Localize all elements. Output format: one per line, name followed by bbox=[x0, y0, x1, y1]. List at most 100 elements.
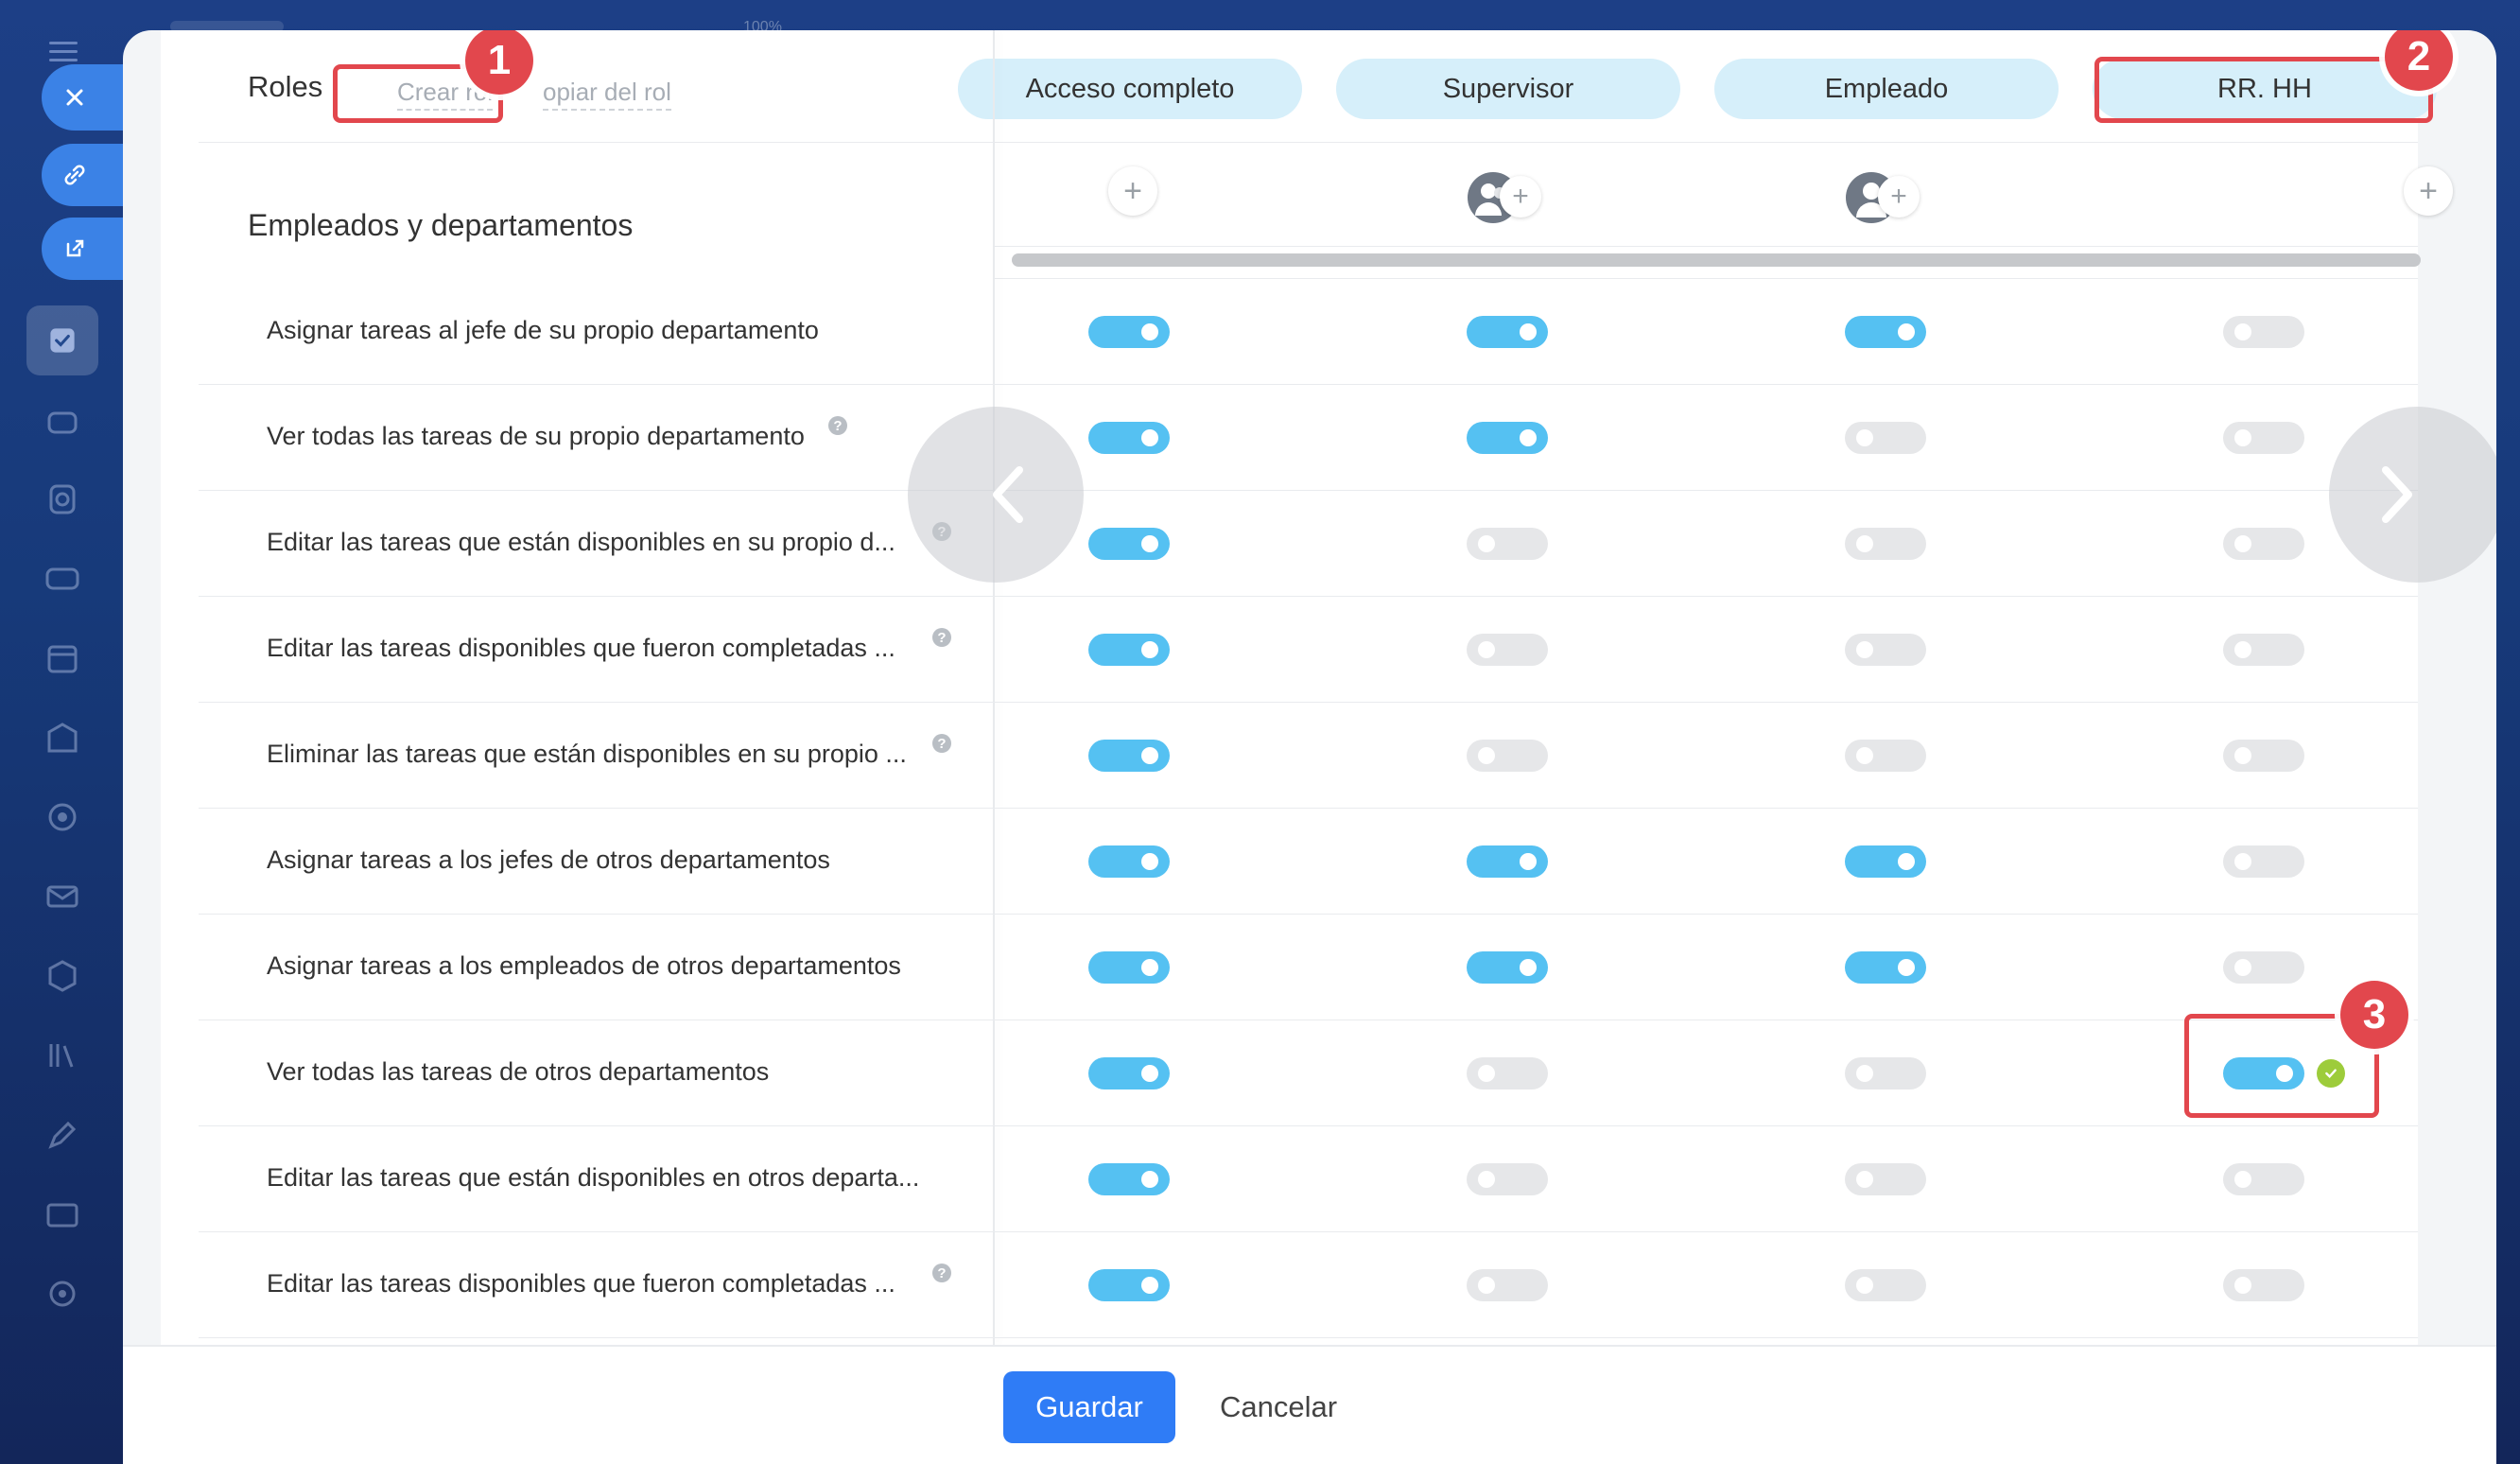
toggle-knob bbox=[1478, 535, 1495, 552]
row-divider bbox=[199, 914, 2418, 915]
permission-toggle[interactable] bbox=[1088, 951, 1170, 984]
toggle-knob bbox=[1141, 641, 1158, 658]
toggle-knob bbox=[1141, 1171, 1158, 1188]
row-divider bbox=[199, 1231, 2418, 1232]
divider bbox=[995, 278, 2418, 279]
permission-toggle[interactable] bbox=[2223, 634, 2304, 666]
permission-label: Editar las tareas que están disponibles … bbox=[267, 528, 895, 556]
permission-toggle[interactable] bbox=[1088, 634, 1170, 666]
camera-icon[interactable] bbox=[43, 480, 81, 518]
permission-toggle[interactable] bbox=[1845, 316, 1926, 348]
permission-toggle[interactable] bbox=[1467, 1269, 1548, 1301]
permission-toggle[interactable] bbox=[1088, 1163, 1170, 1195]
role-header-employee[interactable]: Empleado bbox=[1714, 59, 2059, 119]
help-icon[interactable]: ? bbox=[932, 734, 951, 753]
permission-toggle[interactable] bbox=[1088, 316, 1170, 348]
permission-label: Asignar tareas a los empleados de otros … bbox=[267, 951, 901, 980]
toggle-knob bbox=[1856, 535, 1873, 552]
permission-toggle[interactable] bbox=[1467, 316, 1548, 348]
toggle-knob bbox=[1478, 1065, 1495, 1082]
inbox-icon[interactable] bbox=[43, 560, 81, 598]
row-divider bbox=[199, 490, 2418, 491]
toggle-knob bbox=[1478, 1277, 1495, 1294]
toggle-knob bbox=[1141, 853, 1158, 870]
permission-toggle[interactable] bbox=[1088, 740, 1170, 772]
permission-toggle[interactable] bbox=[1088, 845, 1170, 878]
role-header-supervisor[interactable]: Supervisor bbox=[1336, 59, 1680, 119]
horizontal-scrollbar[interactable] bbox=[1012, 253, 2421, 267]
permission-toggle[interactable] bbox=[2223, 740, 2304, 772]
row-divider bbox=[199, 1125, 2418, 1126]
close-panel-button[interactable] bbox=[42, 64, 123, 131]
help-icon[interactable]: ? bbox=[932, 628, 951, 647]
permission-toggle[interactable] bbox=[2223, 845, 2304, 878]
toggle-knob bbox=[2234, 1277, 2251, 1294]
permission-toggle[interactable] bbox=[1088, 528, 1170, 560]
robot-icon[interactable] bbox=[43, 402, 81, 440]
toggle-knob bbox=[2234, 641, 2251, 658]
link-icon bbox=[64, 165, 85, 185]
add-member-button[interactable]: + bbox=[1500, 176, 1541, 218]
add-member-button[interactable]: + bbox=[1878, 176, 1920, 218]
permission-toggle[interactable] bbox=[2223, 1269, 2304, 1301]
permission-toggle[interactable] bbox=[1845, 528, 1926, 560]
mail-icon[interactable] bbox=[43, 878, 81, 915]
toggle-knob bbox=[1141, 429, 1158, 446]
toggle-knob bbox=[1520, 959, 1537, 976]
library-icon[interactable] bbox=[43, 1037, 81, 1074]
help-icon[interactable]: ? bbox=[932, 1264, 951, 1282]
hexagon-icon[interactable] bbox=[43, 957, 81, 995]
add-member-button[interactable]: + bbox=[1108, 166, 1157, 216]
add-member-button[interactable]: + bbox=[2404, 166, 2453, 216]
permission-toggle[interactable] bbox=[1088, 1269, 1170, 1301]
help-icon[interactable]: ? bbox=[828, 416, 847, 435]
permission-toggle[interactable] bbox=[1845, 1163, 1926, 1195]
permission-toggle[interactable] bbox=[1845, 1057, 1926, 1089]
store-icon[interactable] bbox=[43, 719, 81, 757]
target-icon[interactable] bbox=[43, 798, 81, 836]
permission-toggle[interactable] bbox=[1845, 740, 1926, 772]
permission-toggle[interactable] bbox=[1845, 634, 1926, 666]
row-divider bbox=[199, 702, 2418, 703]
menu-icon[interactable] bbox=[49, 42, 78, 62]
permission-toggle[interactable] bbox=[2223, 951, 2304, 984]
permission-toggle[interactable] bbox=[1467, 1163, 1548, 1195]
row-divider bbox=[199, 808, 2418, 809]
toggle-knob bbox=[2234, 535, 2251, 552]
permission-toggle[interactable] bbox=[1088, 1057, 1170, 1089]
settings-icon[interactable] bbox=[43, 1275, 81, 1313]
open-in-new-tab-button[interactable] bbox=[42, 218, 123, 280]
permission-toggle[interactable] bbox=[1467, 951, 1548, 984]
save-button[interactable]: Guardar bbox=[1003, 1371, 1175, 1443]
permission-toggle[interactable] bbox=[1845, 951, 1926, 984]
role-header-full-access[interactable]: Acceso completo bbox=[958, 59, 1302, 119]
copy-link-button[interactable] bbox=[42, 144, 123, 206]
permission-toggle[interactable] bbox=[1088, 422, 1170, 454]
permission-toggle[interactable] bbox=[1845, 422, 1926, 454]
copy-role-link[interactable]: opiar del rol bbox=[543, 78, 671, 111]
chevron-right-icon bbox=[2382, 466, 2412, 523]
calendar-icon[interactable] bbox=[43, 639, 81, 677]
permission-toggle[interactable] bbox=[2223, 316, 2304, 348]
scroll-right-button[interactable] bbox=[2329, 407, 2496, 583]
nav-item-tasks[interactable] bbox=[26, 305, 98, 375]
card-icon[interactable] bbox=[43, 1195, 81, 1233]
permission-toggle[interactable] bbox=[1467, 1057, 1548, 1089]
cancel-button[interactable]: Cancelar bbox=[1220, 1371, 1337, 1443]
permission-toggle[interactable] bbox=[1467, 528, 1548, 560]
permission-toggle[interactable] bbox=[1467, 845, 1548, 878]
toggle-knob bbox=[1141, 323, 1158, 340]
permission-toggle[interactable] bbox=[1467, 634, 1548, 666]
permission-toggle[interactable] bbox=[1845, 845, 1926, 878]
permission-toggle[interactable] bbox=[2223, 1163, 2304, 1195]
permission-toggle[interactable] bbox=[2223, 422, 2304, 454]
permission-label: Editar las tareas disponibles que fueron… bbox=[267, 634, 895, 662]
pen-icon[interactable] bbox=[43, 1116, 81, 1154]
permission-toggle[interactable] bbox=[1845, 1269, 1926, 1301]
permission-toggle[interactable] bbox=[2223, 528, 2304, 560]
permission-toggle[interactable] bbox=[1467, 740, 1548, 772]
toggle-knob bbox=[1856, 1277, 1873, 1294]
open-external-icon bbox=[66, 239, 84, 257]
scroll-left-button[interactable] bbox=[908, 407, 1084, 583]
permission-toggle[interactable] bbox=[1467, 422, 1548, 454]
